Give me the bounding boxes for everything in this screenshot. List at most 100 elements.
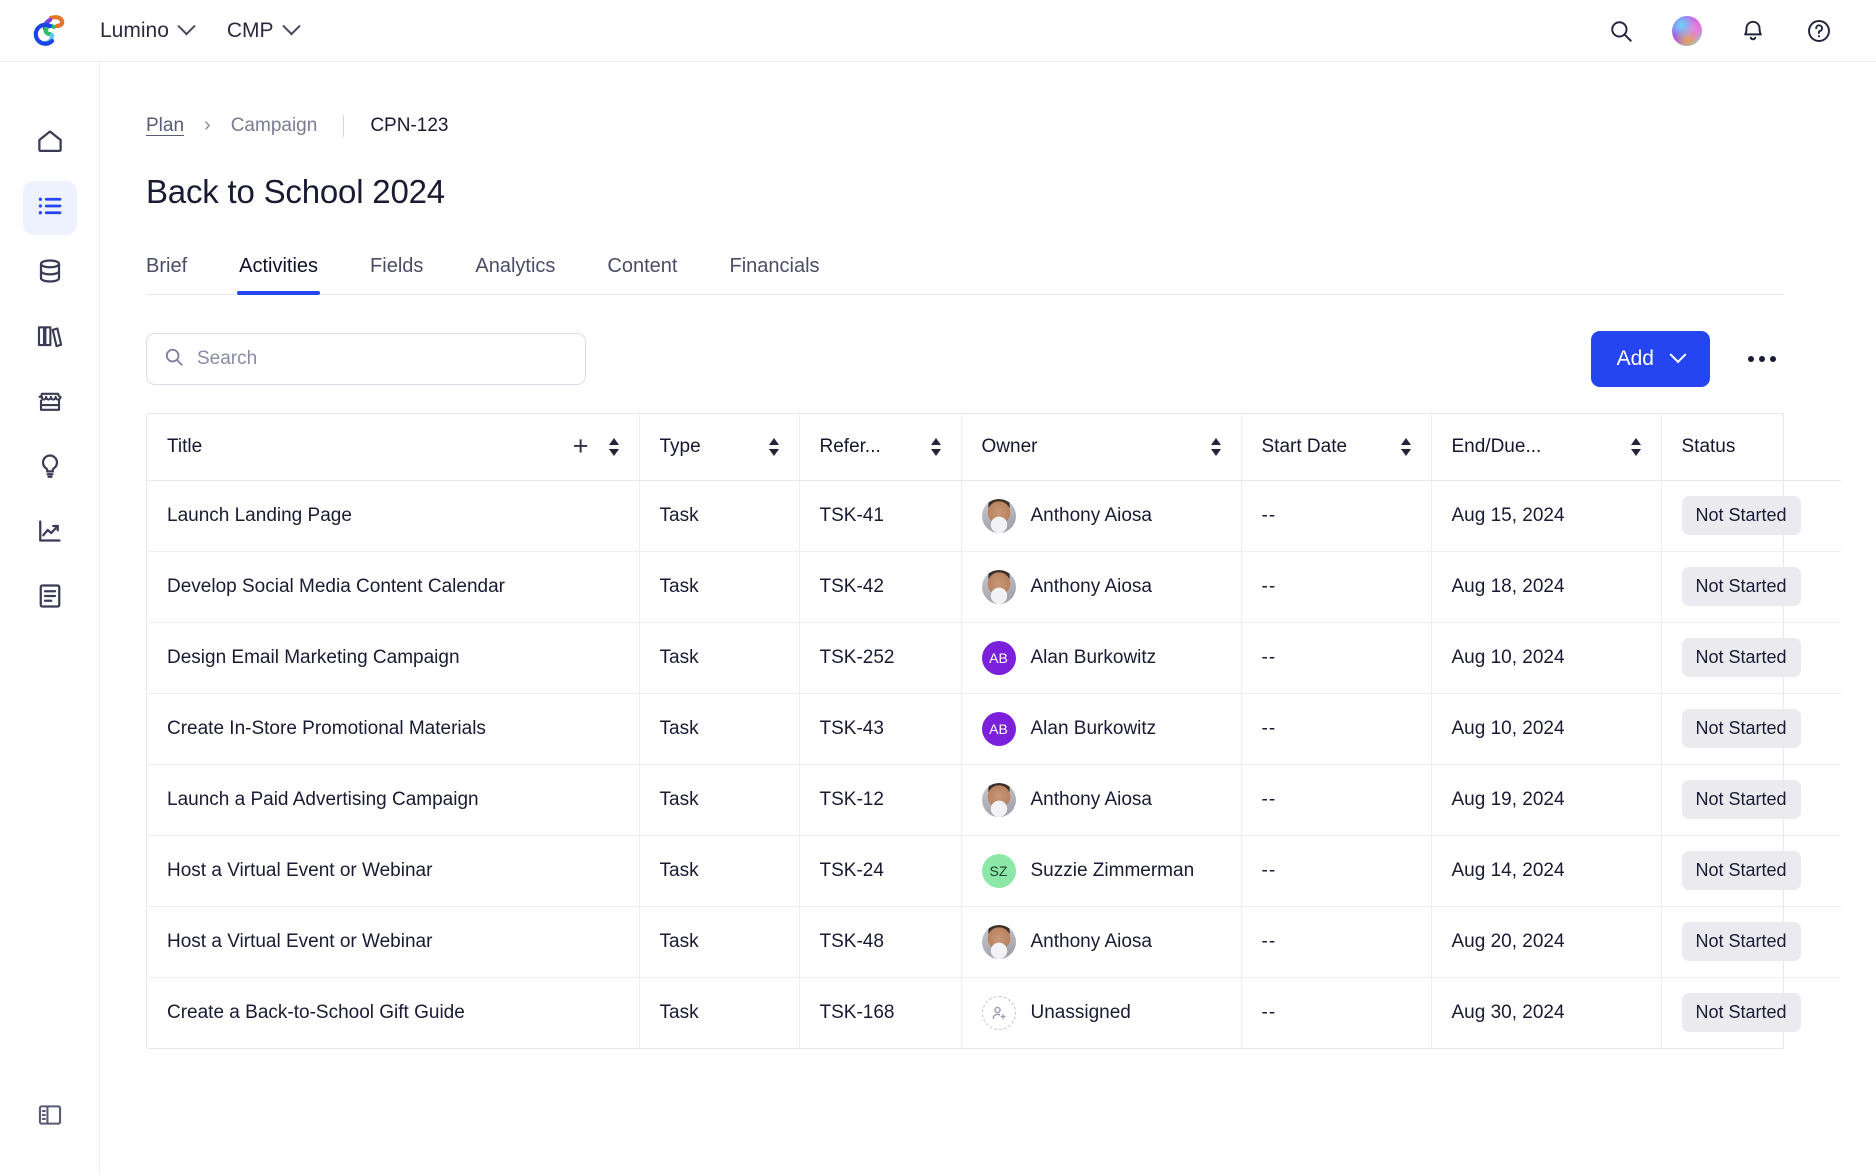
sort-toggle-icon[interactable]	[1400, 437, 1411, 456]
table-row[interactable]: Develop Social Media Content Calendar Tas…	[147, 551, 1841, 623]
sidebar-item-insights[interactable]	[23, 441, 77, 495]
avatar: AB	[981, 711, 1016, 746]
table-row[interactable]: Host a Virtual Event or Webinar Task TSK-2…	[147, 835, 1841, 907]
owner-name: Anthony Aiosa	[1030, 575, 1152, 597]
column-label: Title	[167, 435, 203, 457]
owner-name: Unassigned	[1030, 1001, 1131, 1023]
cell-status[interactable]: Not Started	[1661, 622, 1841, 694]
table-row[interactable]: Design Email Marketing Campaign Task TSK-2…	[147, 622, 1841, 694]
table-row[interactable]: Create a Back-to-School Gift Guide Task TS…	[147, 977, 1841, 1048]
column-header-owner[interactable]: Owner	[961, 414, 1242, 481]
cell-type: Task	[639, 835, 800, 907]
owner-name: Anthony Aiosa	[1030, 504, 1152, 526]
cell-status[interactable]: Not Started	[1661, 693, 1841, 765]
brand-label: Lumino	[100, 18, 169, 42]
breadcrumb-separator-icon: ›	[204, 114, 211, 136]
tab-analytics[interactable]: Analytics	[475, 255, 555, 294]
workspace-selector[interactable]: CMP	[227, 17, 301, 43]
cell-owner[interactable]: AB Alan Burkowitz	[961, 693, 1242, 765]
table-row[interactable]: Create In-Store Promotional Materials Tas…	[147, 693, 1841, 765]
sidebar-collapse-panel[interactable]	[23, 1090, 77, 1144]
document-icon	[35, 581, 65, 616]
sort-toggle-icon[interactable]	[608, 437, 619, 456]
cell-title: Develop Social Media Content Calendar	[147, 551, 640, 623]
unassigned-avatar-icon	[981, 995, 1016, 1030]
cell-end-due-date: Aug 10, 2024	[1431, 622, 1662, 694]
sort-toggle-icon[interactable]	[1210, 437, 1221, 456]
cell-status[interactable]: Not Started	[1661, 977, 1841, 1048]
search-field[interactable]	[146, 333, 586, 385]
left-sidebar	[0, 62, 100, 1174]
cell-owner[interactable]: AB Alan Burkowitz	[961, 622, 1242, 694]
avatar: AB	[981, 640, 1016, 675]
cell-type: Task	[639, 693, 800, 765]
cell-status[interactable]: Not Started	[1661, 906, 1841, 978]
sort-toggle-icon[interactable]	[930, 437, 941, 456]
cell-owner[interactable]: Anthony Aiosa	[961, 764, 1242, 836]
breadcrumb-section[interactable]: Campaign	[231, 115, 318, 137]
status-badge: Not Started	[1681, 638, 1801, 677]
app-logo[interactable]	[0, 11, 100, 51]
column-label: Status	[1681, 435, 1736, 457]
sidebar-item-reports[interactable]	[23, 571, 77, 625]
avatar	[981, 498, 1016, 533]
column-header-status[interactable]: Status	[1661, 414, 1841, 481]
tab-fields[interactable]: Fields	[370, 255, 423, 294]
more-actions-button[interactable]	[1740, 348, 1784, 370]
sidebar-item-marketplace[interactable]	[23, 376, 77, 430]
activities-table: Title + Type Refer... Owner Start Date E…	[146, 413, 1841, 1049]
column-header-end-due-date[interactable]: End/Due...	[1431, 414, 1662, 481]
cell-status[interactable]: Not Started	[1661, 835, 1841, 907]
add-button[interactable]: Add	[1590, 331, 1710, 387]
cell-owner[interactable]: SZ Suzzie Zimmerman	[961, 835, 1242, 907]
cell-reference: TSK-168	[799, 977, 962, 1048]
search-input[interactable]	[197, 348, 569, 370]
cell-owner[interactable]: Anthony Aiosa	[961, 551, 1242, 623]
column-header-title[interactable]: Title +	[147, 414, 640, 481]
notifications-bell-icon[interactable]	[1738, 16, 1768, 46]
status-badge: Not Started	[1681, 851, 1801, 890]
tab-brief[interactable]: Brief	[146, 255, 187, 294]
column-header-start-date[interactable]: Start Date	[1241, 414, 1432, 481]
breadcrumb-root[interactable]: Plan	[146, 115, 184, 137]
table-header-row: Title + Type Refer... Owner Start Date E…	[147, 414, 1841, 481]
sidebar-item-library[interactable]	[23, 311, 77, 365]
cell-end-due-date: Aug 18, 2024	[1431, 551, 1662, 623]
sort-toggle-icon[interactable]	[1630, 437, 1641, 456]
cell-status[interactable]: Not Started	[1661, 764, 1841, 836]
sort-toggle-icon[interactable]	[768, 437, 779, 456]
cell-start-date: --	[1241, 977, 1432, 1048]
tab-content[interactable]: Content	[607, 255, 677, 294]
cell-reference: TSK-42	[799, 551, 962, 623]
column-header-reference[interactable]: Refer...	[799, 414, 962, 481]
cell-type: Task	[639, 906, 800, 978]
sidebar-item-plan[interactable]	[22, 181, 77, 235]
tab-financials[interactable]: Financials	[729, 255, 819, 294]
column-label: End/Due...	[1451, 435, 1542, 457]
cell-owner[interactable]: Anthony Aiosa	[961, 906, 1242, 978]
cell-status[interactable]: Not Started	[1661, 480, 1841, 552]
add-column-icon[interactable]: +	[573, 433, 589, 460]
brand-selector[interactable]: Lumino	[100, 17, 196, 43]
table-row[interactable]: Host a Virtual Event or Webinar Task TSK-4…	[147, 906, 1841, 978]
cell-reference: TSK-252	[799, 622, 962, 694]
cell-reference: TSK-43	[799, 693, 962, 765]
sidebar-item-home[interactable]	[23, 116, 77, 170]
cell-title: Host a Virtual Event or Webinar	[147, 835, 640, 907]
help-icon[interactable]	[1804, 16, 1834, 46]
table-body: Launch Landing Page Task TSK-41 Anthony Aio…	[147, 480, 1841, 1048]
cell-owner[interactable]: Unassigned	[961, 977, 1242, 1048]
sidebar-item-data[interactable]	[23, 246, 77, 300]
cell-end-due-date: Aug 19, 2024	[1431, 764, 1662, 836]
table-row[interactable]: Launch a Paid Advertising Campaign Task TS…	[147, 764, 1841, 836]
cell-status[interactable]: Not Started	[1661, 551, 1841, 623]
owner-name: Anthony Aiosa	[1030, 788, 1152, 810]
table-row[interactable]: Launch Landing Page Task TSK-41 Anthony Aio…	[147, 480, 1841, 552]
tab-activities[interactable]: Activities	[237, 255, 320, 295]
ai-assistant-orb[interactable]	[1672, 15, 1702, 46]
cell-owner[interactable]: Anthony Aiosa	[961, 480, 1242, 552]
sidebar-item-analytics[interactable]	[23, 506, 77, 560]
search-icon[interactable]	[1606, 16, 1636, 46]
books-icon	[35, 321, 65, 356]
column-header-type[interactable]: Type	[639, 414, 800, 481]
